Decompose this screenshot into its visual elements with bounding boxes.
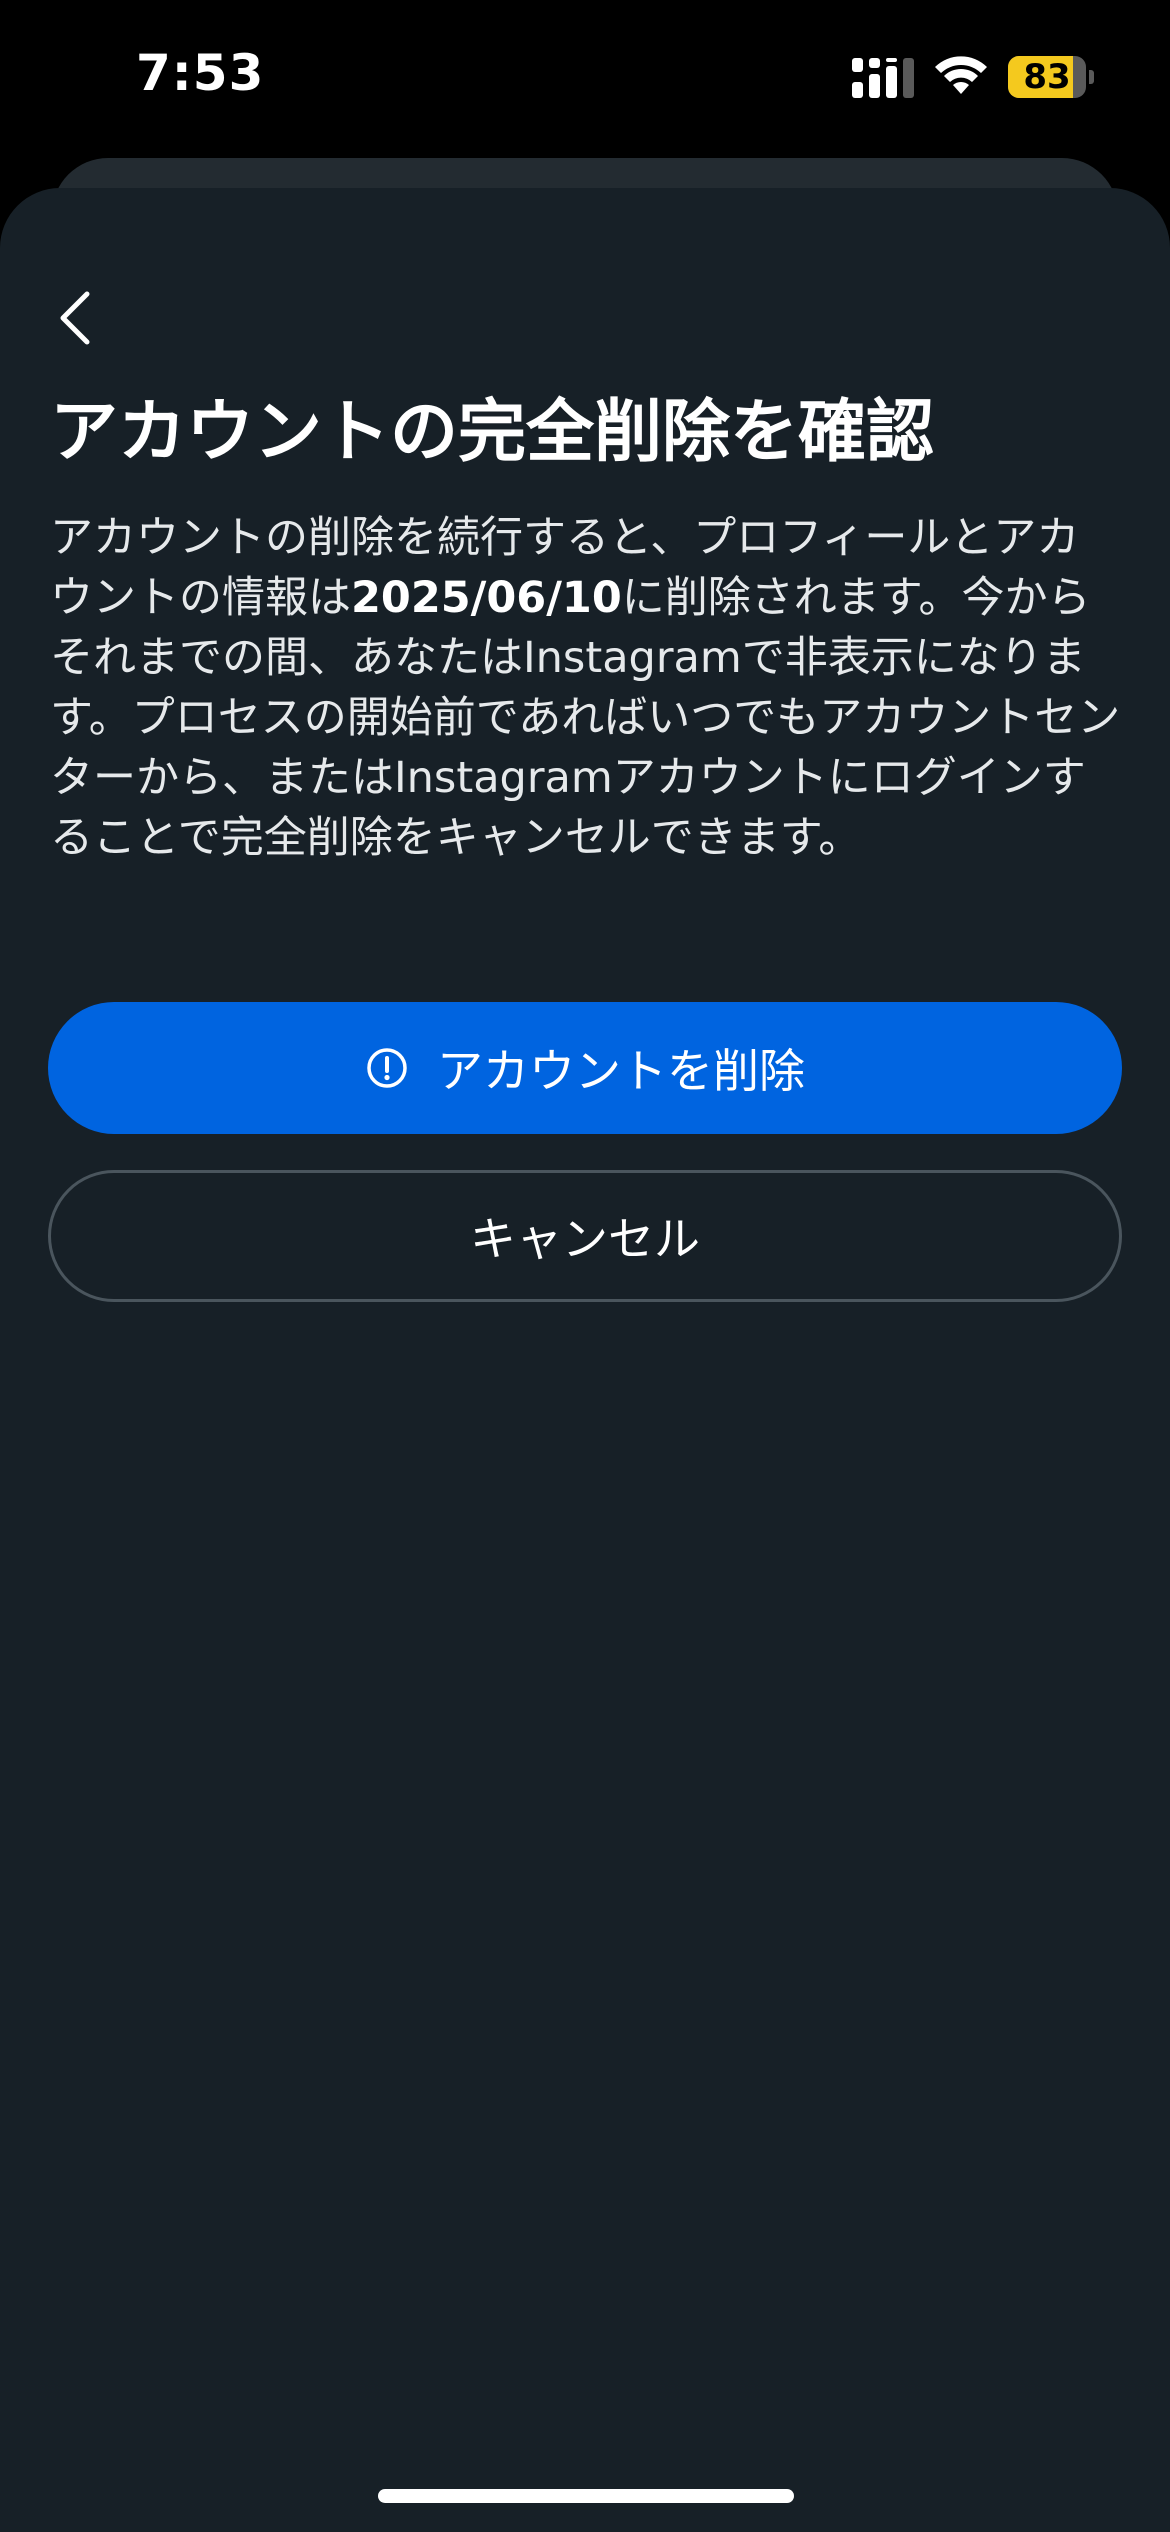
alert-circle-icon xyxy=(367,1048,407,1088)
delete-account-label: アカウントを削除 xyxy=(437,1044,805,1098)
back-button[interactable] xyxy=(40,278,110,358)
battery-icon: 83 xyxy=(1008,56,1094,98)
chevron-left-icon xyxy=(60,291,90,345)
page-title: アカウントの完全削除を確認 xyxy=(50,393,935,472)
deletion-date: 2025/06/10 xyxy=(351,573,622,623)
status-time: 7:53 xyxy=(136,44,265,102)
battery-level: 83 xyxy=(1023,57,1071,97)
home-indicator[interactable] xyxy=(378,2489,794,2503)
cancel-button[interactable]: キャンセル xyxy=(48,1170,1122,1302)
screen: 7:53 83 アカウントの完全削除を確認 アカウントの削除を続行すると、プロフ… xyxy=(0,0,1170,2532)
battery-body: 83 xyxy=(1008,56,1086,98)
confirmation-sheet: アカウントの完全削除を確認 アカウントの削除を続行すると、プロフィールとアカウン… xyxy=(0,188,1170,2532)
description-text: アカウントの削除を続行すると、プロフィールとアカウントの情報は2025/06/1… xyxy=(50,508,1122,868)
status-bar: 7:53 83 xyxy=(0,0,1170,150)
signal-icon xyxy=(852,58,914,98)
battery-tip xyxy=(1089,70,1094,84)
cancel-label: キャンセル xyxy=(470,1212,700,1266)
wifi-icon xyxy=(935,56,987,94)
delete-account-button[interactable]: アカウントを削除 xyxy=(48,1002,1122,1134)
